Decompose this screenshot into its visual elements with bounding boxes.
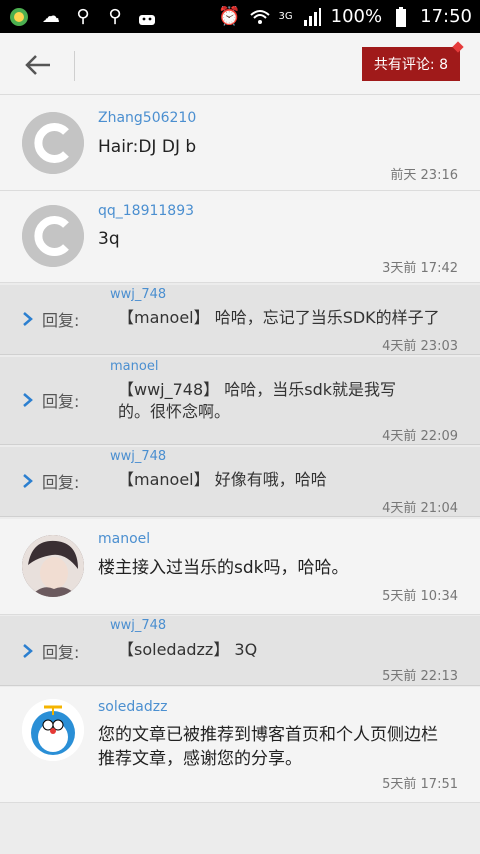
avatar	[22, 699, 84, 761]
comment-author[interactable]: qq_18911893	[98, 203, 194, 219]
comment-time: 5天前 17:51	[382, 777, 458, 792]
reply-item[interactable]: wwj_748 回复: 【manoel】 好像有哦，哈哈 4天前 21:04	[0, 447, 480, 517]
header-divider	[74, 51, 75, 81]
comment-time: 3天前 17:42	[382, 261, 458, 276]
list-item[interactable]: Zhang506210 Hair:DJ DJ b 前天 23:16	[0, 95, 480, 191]
reply-text: 【soledadzz】 3Q	[118, 640, 258, 659]
status-bar: ☁ ⚲ ⚲ ⏰ 3G 100% 17:50	[0, 0, 480, 33]
comment-author[interactable]: Zhang506210	[98, 110, 196, 126]
notification-icons: ☁ ⚲ ⚲	[8, 6, 158, 28]
reply-label: 回复:	[22, 639, 79, 663]
comment-author[interactable]: manoel	[98, 531, 150, 547]
list-item[interactable]: manoel 楼主接入过当乐的sdk吗，哈哈。 5天前 10:34	[0, 519, 480, 615]
chevron-right-icon	[23, 644, 33, 658]
reply-time: 4天前 21:04	[382, 501, 458, 516]
reply-time: 4天前 22:09	[382, 429, 458, 444]
comment-text: 3q	[98, 229, 120, 249]
reply-author[interactable]: manoel	[110, 359, 158, 374]
wifi-icon	[249, 6, 271, 28]
reply-label-text: 回复:	[42, 643, 80, 662]
avatar	[22, 535, 84, 597]
weather-icon: ☁	[42, 6, 60, 27]
android-icon	[136, 6, 158, 28]
reply-time: 4天前 23:03	[382, 339, 458, 354]
avatar	[22, 205, 84, 267]
back-button[interactable]	[22, 49, 54, 81]
reply-label: 回复:	[22, 388, 79, 412]
reply-text: 【manoel】 哈哈，忘记了当乐SDK的样子了	[118, 308, 440, 327]
reply-item[interactable]: manoel 回复: 【wwj_748】 哈哈，当乐sdk就是我写的。很怀念啊。…	[0, 357, 480, 445]
chevron-right-icon	[23, 312, 33, 326]
reply-label: 回复:	[22, 307, 79, 331]
avatar	[22, 112, 84, 174]
chevron-right-icon	[23, 393, 33, 407]
reply-label-text: 回复:	[42, 473, 80, 492]
reply-label-text: 回复:	[42, 392, 80, 411]
comment-count-label: 共有评论: 8	[373, 57, 448, 73]
usb-icon: ⚲	[76, 6, 90, 27]
list-item[interactable]: soledadzz 您的文章已被推荐到博客首页和个人页侧边栏推荐文章，感谢您的分…	[0, 687, 480, 803]
comment-text: 楼主接入过当乐的sdk吗，哈哈。	[98, 558, 349, 578]
app-notification-icon	[8, 6, 30, 28]
usb-debug-icon: ⚲	[108, 6, 122, 27]
reply-item[interactable]: wwj_748 回复: 【manoel】 哈哈，忘记了当乐SDK的样子了 4天前…	[0, 285, 480, 355]
battery-icon	[390, 6, 412, 28]
reply-text: 【wwj_748】 哈哈，当乐sdk就是我写的。很怀念啊。	[118, 380, 397, 421]
clock: 17:50	[420, 6, 472, 27]
reply-label: 回复:	[22, 469, 79, 493]
header: 共有评论: 8	[0, 33, 480, 95]
chevron-right-icon	[23, 474, 33, 488]
signal-icon	[301, 6, 323, 28]
comment-time: 前天 23:16	[390, 168, 458, 183]
comment-text: 您的文章已被推荐到博客首页和个人页侧边栏推荐文章，感谢您的分享。	[98, 725, 438, 769]
comment-text: Hair:DJ DJ b	[98, 137, 197, 157]
reply-author[interactable]: wwj_748	[110, 287, 166, 302]
comment-time: 5天前 10:34	[382, 589, 458, 604]
system-indicators: ⏰ 3G 100% 17:50	[218, 6, 472, 28]
reply-text: 【manoel】 好像有哦，哈哈	[118, 470, 327, 489]
reply-author[interactable]: wwj_748	[110, 449, 166, 464]
reply-author[interactable]: wwj_748	[110, 618, 166, 633]
reply-item[interactable]: wwj_748 回复: 【soledadzz】 3Q 5天前 22:13	[0, 616, 480, 686]
comment-author[interactable]: soledadzz	[98, 699, 167, 715]
alarm-icon: ⏰	[218, 6, 241, 27]
battery-level: 100%	[330, 6, 383, 27]
comment-count-badge: 共有评论: 8	[361, 47, 460, 81]
arrow-left-icon	[25, 55, 50, 75]
network-type: 3G	[278, 11, 293, 22]
list-item[interactable]: qq_18911893 3q 3天前 17:42	[0, 191, 480, 283]
reply-time: 5天前 22:13	[382, 669, 458, 684]
reply-label-text: 回复:	[42, 311, 80, 330]
